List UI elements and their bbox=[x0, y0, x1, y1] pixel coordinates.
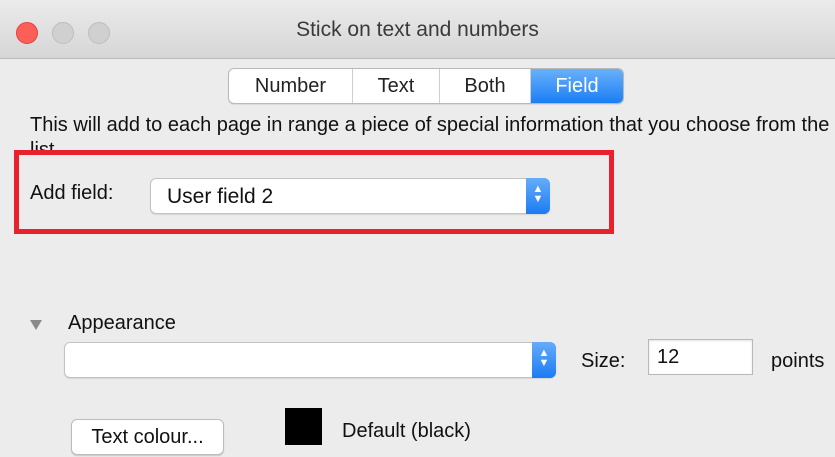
font-popup[interactable]: ▲ ▼ bbox=[64, 342, 556, 378]
tab-text[interactable]: Text bbox=[353, 69, 440, 103]
add-field-value: User field 2 bbox=[167, 185, 274, 208]
title-bar: Stick on text and numbers bbox=[0, 0, 835, 59]
popup-arrows-icon: ▲ ▼ bbox=[532, 342, 556, 378]
appearance-label: Appearance bbox=[68, 312, 176, 334]
size-label: Size: bbox=[581, 350, 626, 372]
disclosure-triangle-icon[interactable] bbox=[30, 320, 42, 330]
size-value: 12 bbox=[657, 346, 680, 368]
tab-field[interactable]: Field bbox=[531, 69, 623, 103]
tab-number[interactable]: Number bbox=[229, 69, 353, 103]
add-field-popup[interactable]: User field 2 ▲ ▼ bbox=[150, 178, 550, 214]
popup-arrows-icon: ▲ ▼ bbox=[526, 178, 550, 214]
text-colour-button[interactable]: Text colour... bbox=[71, 419, 224, 455]
size-unit-label: points bbox=[771, 350, 825, 372]
colour-swatch bbox=[285, 408, 322, 445]
tab-both[interactable]: Both bbox=[440, 69, 531, 103]
window-title: Stick on text and numbers bbox=[296, 18, 539, 41]
description-text: This will add to each page in range a pi… bbox=[30, 114, 830, 151]
colour-name-label: Default (black) bbox=[342, 420, 471, 442]
size-input[interactable]: 12 bbox=[648, 339, 753, 375]
add-field-label: Add field: bbox=[30, 182, 114, 204]
mode-segmented-control: Number Text Both Field bbox=[228, 68, 624, 104]
